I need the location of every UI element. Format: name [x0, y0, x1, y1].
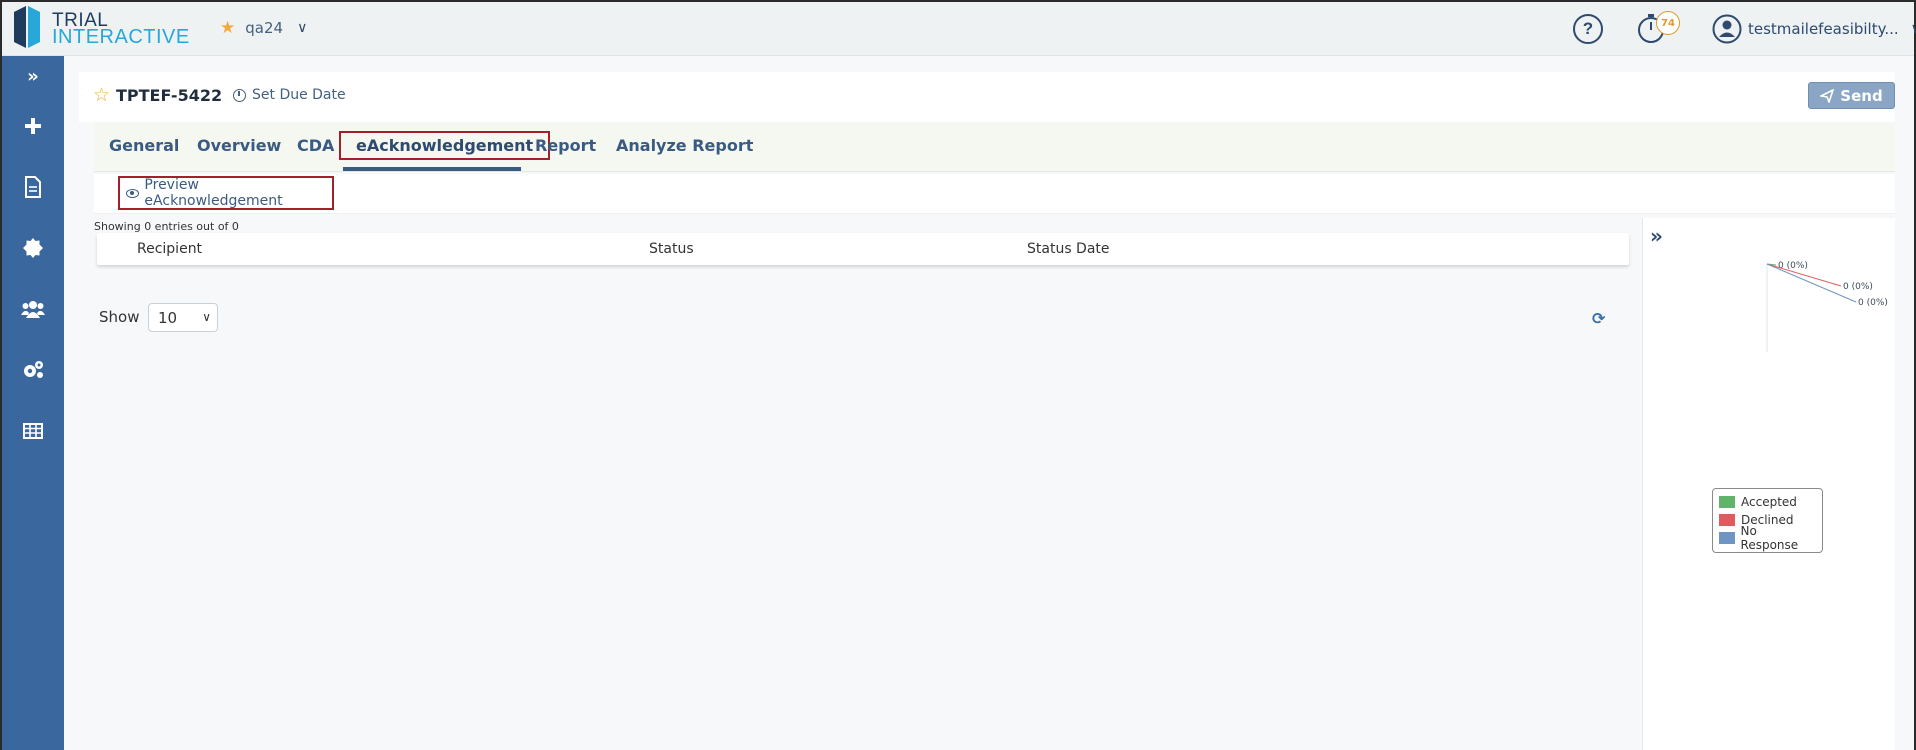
page-size-value: 10	[158, 308, 178, 327]
pie-data-label-no-response: 0 (0%)	[1858, 298, 1888, 308]
logo-text-interactive: INTERACTIVE	[52, 26, 190, 48]
user-avatar-icon	[1712, 14, 1742, 44]
legend-swatch-declined	[1719, 514, 1735, 526]
add-icon[interactable]	[2, 106, 64, 146]
badge-icon[interactable]	[2, 228, 64, 268]
preview-eacknowledgement-label: Preview eAcknowledgement	[144, 177, 283, 209]
chevron-down-icon: ∨	[202, 310, 211, 324]
legend-item[interactable]: Accepted	[1719, 493, 1816, 511]
top-bar: TRIAL INTERACTIVE ★ qa24 ∨ ? 74 testmail…	[2, 2, 1916, 56]
table-header: Recipient Status Status Date	[97, 233, 1629, 265]
column-header-recipient[interactable]: Recipient	[137, 241, 202, 257]
chart-legend: Accepted Declined No Response	[1712, 488, 1823, 553]
tab-bar: General Overview CDA eAcknowledgement Re…	[94, 122, 1895, 172]
entries-count-text: Showing 0 entries out of 0	[94, 220, 239, 233]
favorite-star-icon: ★	[220, 18, 236, 38]
record-id: TPTEF-5422	[116, 86, 223, 105]
legend-item[interactable]: No Response	[1719, 524, 1816, 552]
help-icon[interactable]: ?	[1573, 14, 1603, 44]
legend-swatch-no-response	[1719, 532, 1735, 544]
send-button-label: Send	[1840, 86, 1883, 105]
clock-icon	[233, 88, 246, 102]
toolbar-strip	[94, 174, 1895, 214]
paper-plane-icon	[1820, 88, 1835, 103]
app-logo[interactable]: TRIAL INTERACTIVE	[12, 4, 189, 52]
pie-data-label-accepted: 0 (0%)	[1778, 261, 1808, 271]
record-header	[79, 72, 1895, 122]
set-due-date-link[interactable]: Set Due Date	[233, 87, 346, 103]
pie-chart: 0 (0%) 0 (0%) 0 (0%)	[1766, 261, 1888, 352]
set-due-date-label: Set Due Date	[252, 87, 346, 103]
legend-label-accepted: Accepted	[1741, 495, 1797, 509]
send-button[interactable]: Send	[1808, 82, 1895, 109]
document-icon[interactable]	[2, 167, 64, 207]
user-name: testmailefeasibilty...	[1748, 20, 1899, 38]
legend-label-no-response: No Response	[1740, 524, 1799, 552]
chevron-down-icon: ∨	[297, 20, 308, 36]
column-header-status[interactable]: Status	[649, 241, 694, 257]
chevron-down-icon: ∨	[1910, 21, 1916, 37]
tab-overview[interactable]: Overview	[197, 136, 281, 155]
active-tab-indicator	[343, 167, 521, 171]
table-grid-icon[interactable]	[2, 411, 64, 451]
user-menu[interactable]: testmailefeasibilty... ∨	[1712, 14, 1916, 44]
column-header-status-date[interactable]: Status Date	[1027, 241, 1110, 257]
logo-mark-icon	[14, 6, 40, 48]
page-size-label: Show	[99, 308, 140, 326]
expand-panel-icon[interactable]: »	[1650, 224, 1663, 248]
tab-analyze-report[interactable]: Analyze Report	[616, 136, 753, 155]
pie-data-label-declined: 0 (0%)	[1843, 282, 1873, 292]
refresh-icon[interactable]: ⟳	[1592, 309, 1605, 328]
preview-eacknowledgement-button[interactable]: Preview eAcknowledgement	[118, 176, 334, 210]
timer-count-badge: 74	[1656, 11, 1680, 35]
favorite-star-outline-icon[interactable]: ☆	[93, 84, 110, 106]
settings-gears-icon[interactable]	[2, 350, 64, 390]
tab-eacknowledgement[interactable]: eAcknowledgement	[339, 131, 551, 160]
expand-sidebar-icon[interactable]: »	[2, 56, 64, 96]
tab-cda[interactable]: CDA	[297, 136, 334, 155]
tab-report[interactable]: Report	[535, 136, 596, 155]
legend-swatch-accepted	[1719, 496, 1735, 508]
side-rail: »	[2, 56, 64, 750]
project-selector[interactable]: ★ qa24 ∨	[220, 18, 307, 38]
project-name: qa24	[245, 19, 284, 37]
users-icon[interactable]	[2, 289, 64, 329]
eye-icon	[126, 188, 140, 198]
tab-general[interactable]: General	[109, 136, 179, 155]
page-size-select[interactable]: 10 ∨	[148, 303, 218, 332]
